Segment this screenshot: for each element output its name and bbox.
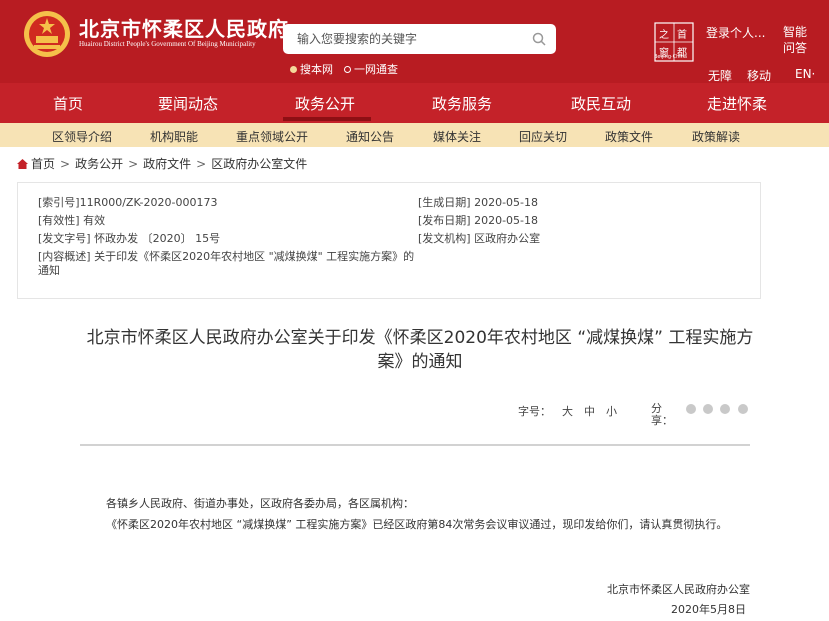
qzone-share-icon[interactable] <box>738 404 748 414</box>
breadcrumb-separator-icon: > <box>60 156 71 171</box>
wechat-share-icon[interactable] <box>703 404 713 414</box>
subnav-responses[interactable]: 回应关切 <box>519 128 567 145</box>
subnav-policy-interpretation[interactable]: 政策解读 <box>692 128 740 145</box>
nav-active-indicator <box>283 117 371 121</box>
mobile-link[interactable]: 移动 <box>747 67 771 84</box>
qq-share-icon[interactable] <box>720 404 730 414</box>
meta-validity: [有效性] 有效 <box>38 214 106 227</box>
sub-nav: 区领导介绍 机构职能 重点领域公开 通知公告 媒体关注 回应关切 政策文件 政策… <box>0 123 829 147</box>
meta-index-no: [索引号]11R000/ZK-2020-000173 <box>38 196 218 209</box>
search-input[interactable] <box>283 24 523 54</box>
font-size-small[interactable]: 小 <box>606 403 617 419</box>
nav-home[interactable]: 首页 <box>53 93 83 114</box>
meta-issuer: [发文机构] 区政府办公室 <box>418 232 541 245</box>
nav-news[interactable]: 要闻动态 <box>158 93 218 114</box>
font-size-large[interactable]: 大 <box>562 403 573 419</box>
breadcrumb-separator-icon: > <box>196 156 207 171</box>
login-link[interactable]: 登录个人... <box>706 24 765 41</box>
meta-summary: [内容概述] 关于印发《怀柔区2020年农村地区 "减煤换煤" 工程实施方案》的… <box>38 250 415 277</box>
radio-unselected-icon <box>344 65 351 73</box>
breadcrumb-gov-docs[interactable]: 政府文件 <box>143 155 191 172</box>
title-divider <box>80 444 750 446</box>
nav-gov-services[interactable]: 政务服务 <box>432 93 492 114</box>
scope-site-radio[interactable]: 搜本网 <box>290 61 333 77</box>
breadcrumb-home[interactable]: 首页 <box>31 155 55 172</box>
site-header: 北京市怀柔区人民政府 Huairou District People's Gov… <box>0 0 829 83</box>
salutation-paragraph: 各镇乡人民政府、街道办事处，区政府各委办局，各区属机构： <box>106 497 414 510</box>
breadcrumb: 首页 > 政务公开 > 政府文件 > 区政府办公室文件 <box>17 155 307 172</box>
subnav-media[interactable]: 媒体关注 <box>433 128 481 145</box>
meta-effective-date: [生成日期] 2020-05-18 <box>418 196 539 209</box>
subnav-notices[interactable]: 通知公告 <box>346 128 394 145</box>
search-bar <box>283 24 556 54</box>
sign-date: 2020年5月8日 <box>671 603 746 616</box>
home-icon <box>17 158 28 169</box>
font-size-controls: 字号： 大 中 小 <box>518 403 617 419</box>
english-link[interactable]: EN· <box>795 67 815 81</box>
smart-qa-link[interactable]: 智能问答 <box>783 24 807 56</box>
scope-all-label: 一网通查 <box>354 63 398 76</box>
subnav-leaders[interactable]: 区领导介绍 <box>52 128 112 145</box>
meta-publish-date: [发布日期] 2020-05-18 <box>418 214 539 227</box>
share-label: 分享： <box>651 402 673 427</box>
signer: 北京市怀柔区人民政府办公室 <box>607 583 750 596</box>
nav-gov-affairs-open[interactable]: 政务公开 <box>295 93 355 114</box>
font-size-label: 字号： <box>518 405 551 418</box>
svg-text:首: 首 <box>677 28 687 41</box>
main-nav: 首页 要闻动态 政务公开 政务服务 政民互动 走进怀柔 <box>0 83 829 123</box>
breadcrumb-separator-icon: > <box>128 156 139 171</box>
site-title[interactable]: 北京市怀柔区人民政府 <box>79 13 289 42</box>
subnav-functions[interactable]: 机构职能 <box>150 128 198 145</box>
scope-site-label: 搜本网 <box>300 63 333 76</box>
meta-doc-no: [发文字号] 怀政办发 〔2020〕 15号 <box>38 232 221 245</box>
document-meta-box: [索引号]11R000/ZK-2020-000173 [有效性] 有效 [发文字… <box>17 182 761 299</box>
weibo-share-icon[interactable] <box>686 404 696 414</box>
capital-window-subtitle: Beijing·China <box>654 54 687 60</box>
breadcrumb-gov-open[interactable]: 政务公开 <box>75 155 123 172</box>
scope-all-radio[interactable]: 一网通查 <box>344 61 398 77</box>
document-title: 北京市怀柔区人民政府办公室关于印发《怀柔区2020年农村地区 “减煤换煤” 工程… <box>86 328 754 372</box>
radio-selected-icon <box>290 65 297 73</box>
breadcrumb-office-docs[interactable]: 区政府办公室文件 <box>211 155 307 172</box>
nav-about-huairou[interactable]: 走进怀柔 <box>707 93 767 114</box>
subnav-policy-docs[interactable]: 政策文件 <box>605 128 653 145</box>
subnav-key-areas[interactable]: 重点领域公开 <box>236 128 308 145</box>
nav-interaction[interactable]: 政民互动 <box>571 93 631 114</box>
national-emblem-icon[interactable] <box>22 9 72 59</box>
font-size-medium[interactable]: 中 <box>584 403 595 419</box>
body-paragraph: 《怀柔区2020年农村地区 “减煤换煤” 工程实施方案》已经区政府第84次常务会… <box>106 518 728 531</box>
site-subtitle: Huairou District People's Government Of … <box>79 40 256 48</box>
accessibility-link[interactable]: 无障 <box>708 67 732 84</box>
search-icon[interactable] <box>532 32 546 46</box>
svg-text:之: 之 <box>659 28 669 41</box>
